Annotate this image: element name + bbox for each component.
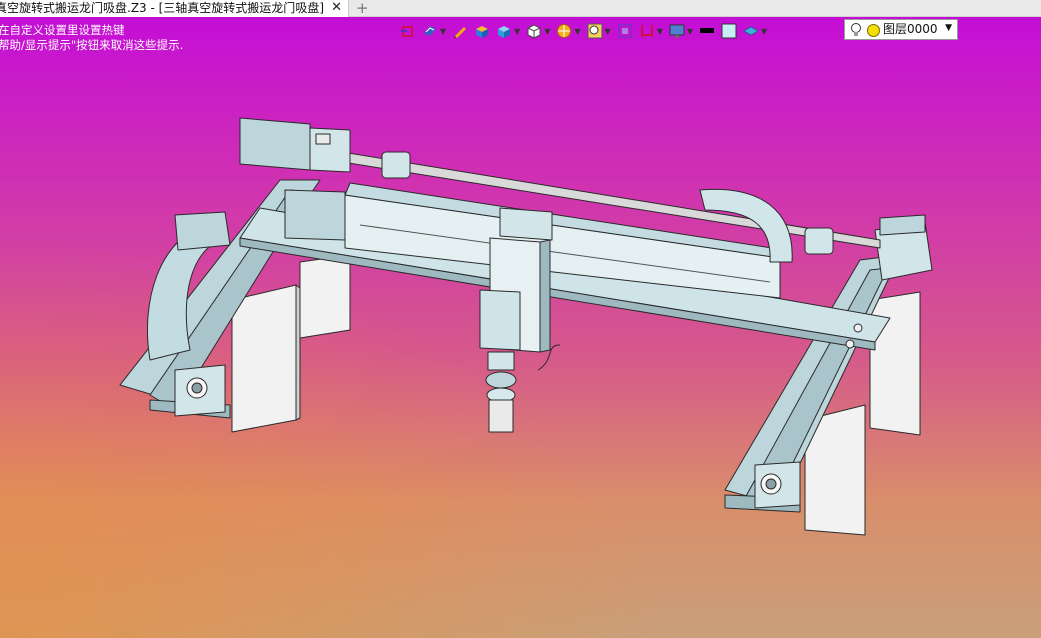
chevron-down-icon: ▼ xyxy=(761,26,768,36)
monitor-icon xyxy=(669,24,685,38)
dimension-icon xyxy=(641,25,653,37)
cube-view-button[interactable]: ▼ xyxy=(526,23,550,39)
shaded-box-icon xyxy=(476,26,489,38)
section-view-icon xyxy=(557,24,572,38)
display-settings-button[interactable]: ▼ xyxy=(669,23,693,39)
view-orient-button[interactable] xyxy=(400,23,416,39)
shaded-blue-button[interactable]: ▼ xyxy=(496,23,520,39)
close-icon[interactable]: ✕ xyxy=(331,0,342,16)
line-color-icon xyxy=(700,28,715,33)
hint-line-1: 在自定义设置里设置热键 xyxy=(0,23,125,37)
chevron-down-icon: ▼ xyxy=(656,26,663,36)
layer-plane-icon xyxy=(743,26,760,36)
new-tab-button[interactable]: + xyxy=(356,0,369,17)
view-toolbar: ▼ ▼ ▼ ▼ ▼ ▼ ▼ ▼ xyxy=(400,18,773,44)
fit-view-icon xyxy=(618,24,632,38)
section-view-button[interactable]: ▼ xyxy=(556,23,581,39)
pencil-icon xyxy=(454,27,467,38)
document-tab-title: 真空旋转式搬运龙门吸盘.Z3 - [三轴真空旋转式搬运龙门吸盘] xyxy=(0,1,324,15)
shaded-button[interactable] xyxy=(474,23,490,39)
zoom-button[interactable]: ▼ xyxy=(587,23,611,39)
layer-plane-button[interactable]: ▼ xyxy=(743,23,767,39)
chevron-down-icon: ▼ xyxy=(514,26,521,36)
zoom-icon xyxy=(587,23,603,39)
layer-color-dot xyxy=(867,24,880,37)
document-tab[interactable]: 真空旋转式搬运龙门吸盘.Z3 - [三轴真空旋转式搬运龙门吸盘] ✕ xyxy=(0,0,349,17)
chevron-down-icon: ▼ xyxy=(574,26,581,36)
display-mode-icon xyxy=(424,26,436,36)
hint-line-2: 帮助/显示提示"按钮来取消这些提示. xyxy=(0,38,184,52)
chevron-down-icon: ▼ xyxy=(544,26,551,36)
chevron-down-icon: ▼ xyxy=(686,26,694,36)
layer-name: 图层0000 xyxy=(883,22,938,36)
tab-bar: 真空旋转式搬运龙门吸盘.Z3 - [三轴真空旋转式搬运龙门吸盘] ✕ + xyxy=(0,0,1041,17)
gantry-model[interactable] xyxy=(0,17,1041,638)
dimension-button[interactable]: ▼ xyxy=(639,23,663,39)
shaded-box-blue-icon xyxy=(498,26,511,38)
white-cube-icon xyxy=(527,24,541,39)
fit-view-button[interactable] xyxy=(617,23,633,39)
line-color-button[interactable] xyxy=(699,23,715,39)
3d-viewport[interactable]: 在自定义设置里设置热键 帮助/显示提示"按钮来取消这些提示. xyxy=(0,17,1041,638)
layer-select[interactable]: 图层0000 ▼ xyxy=(844,19,958,40)
view-orient-icon xyxy=(401,26,413,37)
sketch-button[interactable] xyxy=(452,23,468,39)
fill-color-icon xyxy=(721,23,737,39)
chevron-down-icon: ▼ xyxy=(604,26,611,36)
fill-color-button[interactable] xyxy=(721,23,737,39)
chevron-down-icon[interactable]: ▼ xyxy=(945,19,952,38)
display-mode-button[interactable]: ▼ xyxy=(422,23,446,39)
chevron-down-icon: ▼ xyxy=(440,26,447,36)
lightbulb-icon xyxy=(851,23,861,36)
